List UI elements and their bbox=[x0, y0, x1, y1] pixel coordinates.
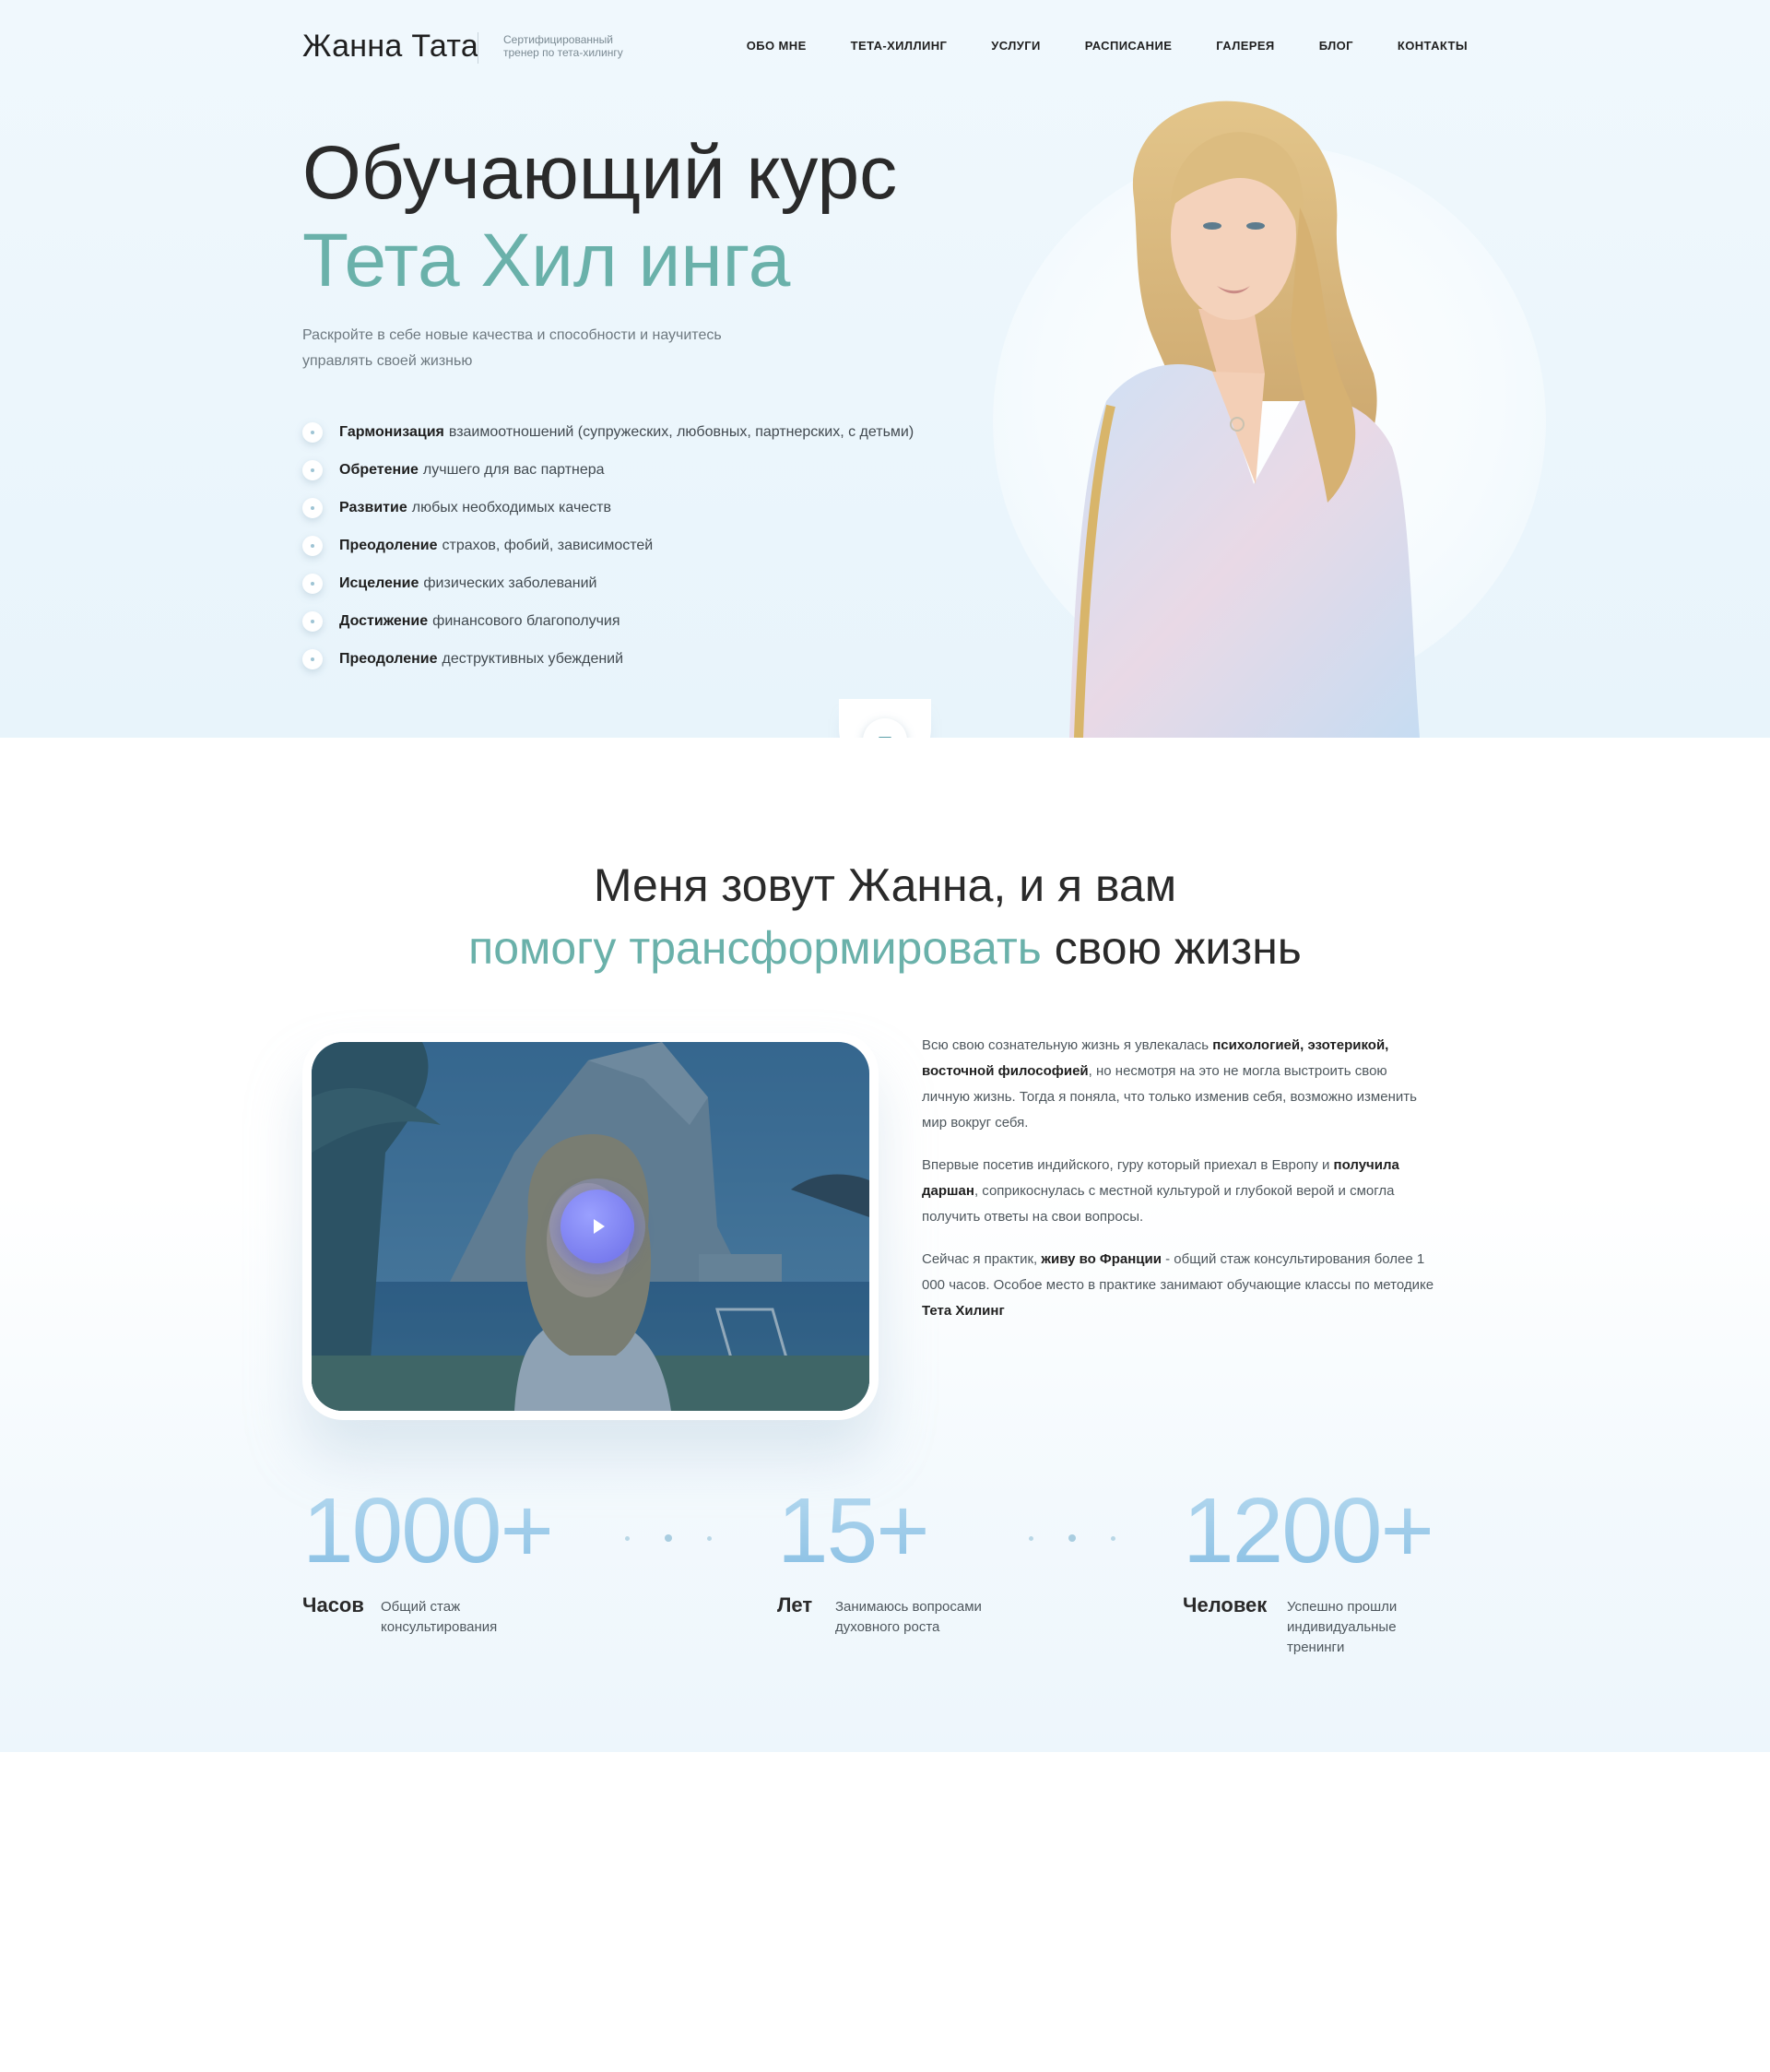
stat-description: Занимаюсь вопросами духовного роста bbox=[835, 1599, 982, 1635]
dot-icon bbox=[302, 610, 323, 632]
benefit-text: взаимоотношений (супружеских, любовных, … bbox=[448, 423, 914, 440]
stat-separator bbox=[1029, 1534, 1115, 1542]
logo-subtitle: Сертифицированный тренер по тета-хилингу bbox=[503, 33, 623, 59]
play-button[interactable] bbox=[549, 1178, 645, 1274]
stat-value: 15+ bbox=[777, 1475, 930, 1586]
benefit-item: Достижение финансового благополучия bbox=[302, 602, 914, 640]
about-heading: Меня зовут Жанна, и я вам bbox=[593, 859, 1177, 911]
about-text: Всю свою сознательную жизнь я увлекалась… bbox=[922, 1033, 1438, 1341]
scroll-down-button[interactable] bbox=[839, 699, 931, 738]
video-card[interactable] bbox=[302, 1033, 879, 1420]
stat-description: Общий стаж консультирования bbox=[381, 1599, 498, 1635]
about-paragraph-3: Сейчас я практик, живу во Франции - общи… bbox=[922, 1251, 1434, 1319]
site-header: Жанна Тата Сертифицированный тренер по т… bbox=[302, 28, 1468, 65]
dot-icon bbox=[302, 459, 323, 480]
hero-subtitle: Раскройте в себе новые качества и способ… bbox=[302, 327, 722, 369]
nav-item-services[interactable]: УСЛУГИ bbox=[991, 39, 1040, 53]
stat-value: 1000+ bbox=[302, 1475, 554, 1586]
benefit-item: Обретение лучшего для вас партнера bbox=[302, 451, 914, 489]
play-icon bbox=[560, 1190, 634, 1263]
stat-label: Часов bbox=[302, 1593, 364, 1616]
benefit-bold: Гармонизация bbox=[339, 423, 444, 440]
video-thumbnail[interactable] bbox=[312, 1042, 869, 1411]
about-heading-line2: помогу трансформировать свою жизнь bbox=[0, 920, 1770, 976]
logo[interactable]: Жанна Тата bbox=[302, 28, 478, 65]
stat-years: 15+ Лет Занимаюсь вопросами духовного ро… bbox=[777, 1475, 982, 1635]
benefit-bold: Исцеление bbox=[339, 574, 419, 591]
hero-title: Обучающий курс bbox=[302, 131, 898, 215]
hero-title-accent: Тета Хил инга bbox=[302, 219, 791, 302]
benefit-bold: Обретение bbox=[339, 461, 419, 478]
nav-item-gallery[interactable]: ГАЛЕРЕЯ bbox=[1216, 39, 1274, 53]
benefit-item: Гармонизация взаимоотношений (супружеских… bbox=[302, 413, 914, 451]
stat-label: Человек bbox=[1183, 1593, 1268, 1616]
main-nav: ОБО МНЕ ТЕТА-ХИЛЛИНГ УСЛУГИ РАСПИСАНИЕ Г… bbox=[747, 39, 1468, 53]
benefit-item: Преодоление деструктивных убеждений bbox=[302, 640, 914, 678]
benefit-bold: Преодоление bbox=[339, 650, 438, 667]
nav-item-blog[interactable]: БЛОГ bbox=[1319, 39, 1353, 53]
benefit-bold: Развитие bbox=[339, 499, 407, 515]
stat-separator bbox=[625, 1534, 712, 1542]
dot-icon bbox=[302, 535, 323, 556]
dot-icon bbox=[302, 497, 323, 518]
benefit-item: Развитие любых необходимых качеств bbox=[302, 489, 914, 527]
stat-description: Успешно прошли индивидуальные тренинги bbox=[1287, 1599, 1398, 1655]
benefit-text: страхов, фобий, зависимостей bbox=[442, 537, 654, 553]
about-paragraph-2: Впервые посетив индийского, гуру который… bbox=[922, 1157, 1399, 1225]
benefit-text: лучшего для вас партнера bbox=[422, 461, 605, 478]
stat-label: Лет bbox=[777, 1593, 813, 1616]
benefit-bold: Преодоление bbox=[339, 537, 438, 553]
nav-item-contacts[interactable]: КОНТАКТЫ bbox=[1398, 39, 1468, 53]
benefit-bold: Достижение bbox=[339, 612, 429, 629]
about-heading-rest: свою жизнь bbox=[1054, 922, 1302, 974]
stat-value: 1200+ bbox=[1183, 1475, 1434, 1586]
benefit-item: Исцеление физических заболеваний bbox=[302, 564, 914, 602]
chevron-down-icon bbox=[863, 718, 907, 738]
benefit-text: деструктивных убеждений bbox=[442, 650, 624, 667]
dot-icon bbox=[302, 421, 323, 443]
benefits-list: Гармонизация взаимоотношений (супружеских… bbox=[302, 413, 914, 678]
stat-people: 1200+ Человек Успешно прошли индивидуаль… bbox=[1183, 1475, 1434, 1655]
about-paragraph-1: Всю свою сознательную жизнь я увлекалась… bbox=[922, 1037, 1417, 1131]
benefit-text: финансового благополучия bbox=[432, 612, 620, 629]
nav-item-about[interactable]: ОБО МНЕ bbox=[747, 39, 807, 53]
stat-hours: 1000+ Часов Общий стаж консультирования bbox=[302, 1475, 554, 1635]
benefit-text: физических заболеваний bbox=[423, 574, 597, 591]
dot-icon bbox=[302, 573, 323, 594]
benefit-text: любых необходимых качеств bbox=[411, 499, 612, 515]
nav-item-schedule[interactable]: РАСПИСАНИЕ bbox=[1085, 39, 1173, 53]
about-heading-accent: помогу трансформировать bbox=[468, 922, 1042, 974]
benefit-item: Преодоление страхов, фобий, зависимостей bbox=[302, 527, 914, 564]
dot-icon bbox=[302, 648, 323, 669]
portrait-image bbox=[1069, 101, 1420, 738]
nav-item-theta-healing[interactable]: ТЕТА-ХИЛЛИНГ bbox=[851, 39, 948, 53]
hero-section: Жанна Тата Сертифицированный тренер по т… bbox=[0, 0, 1770, 738]
